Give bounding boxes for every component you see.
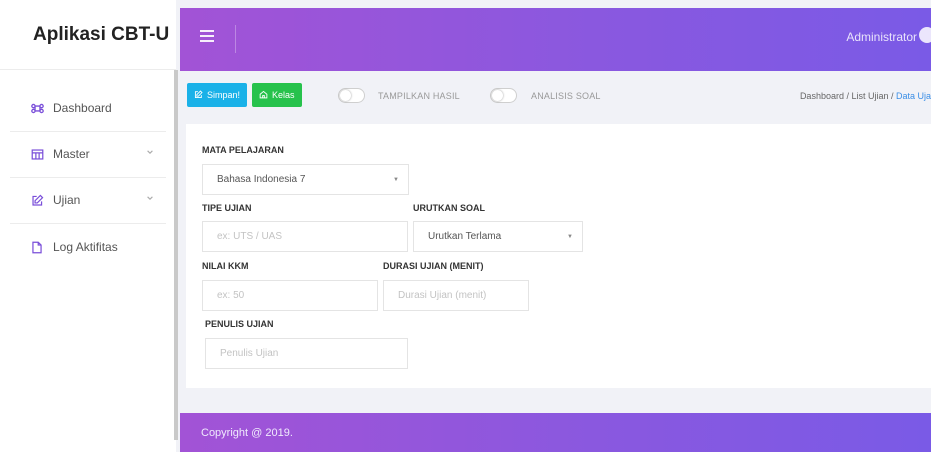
penulis-ujian-input[interactable]: Penulis Ujian — [205, 338, 408, 369]
tipe-ujian-input[interactable]: ex: UTS / UAS — [202, 221, 408, 252]
sidebar-item-ujian[interactable]: Ujian — [0, 178, 166, 222]
home-icon — [259, 90, 268, 101]
tipe-ujian-label: TIPE UJIAN — [202, 203, 252, 213]
sidebar-item-label: Dashboard — [53, 101, 112, 115]
mata-pelajaran-label: MATA PELAJARAN — [202, 145, 284, 155]
sidebar-item-label: Log Aktifitas — [53, 240, 118, 254]
penulis-ujian-label: PENULIS UJIAN — [205, 319, 274, 329]
sidebar-scrollbar[interactable] — [174, 70, 178, 440]
breadcrumb-trail[interactable]: Dashboard / List Ujian / — [800, 91, 896, 101]
user-avatar[interactable] — [919, 27, 931, 43]
urutkan-soal-value: Urutkan Terlama — [428, 231, 502, 242]
kelas-button-label: Kelas — [272, 90, 295, 100]
nilai-kkm-label: NILAI KKM — [202, 261, 249, 271]
nilai-kkm-placeholder: ex: 50 — [217, 290, 245, 301]
urutkan-soal-label: URUTKAN SOAL — [413, 203, 485, 213]
sidebar-item-master[interactable]: Master — [0, 132, 166, 176]
user-menu[interactable]: Administrator — [846, 30, 917, 44]
toggle-tampilkan-hasil-label: TAMPILKAN HASIL — [378, 91, 460, 101]
header-divider — [235, 25, 236, 53]
urutkan-soal-select[interactable]: Urutkan Terlama ▼ — [413, 221, 583, 252]
durasi-ujian-input[interactable]: Durasi Ujian (menit) — [383, 280, 529, 311]
app-title: Aplikasi CBT-U — [0, 0, 176, 70]
exam-form-card: MATA PELAJARAN Bahasa Indonesia 7 ▼ TIPE… — [186, 124, 931, 388]
command-icon — [30, 101, 44, 115]
toggle-analisis-soal[interactable] — [490, 88, 517, 103]
mata-pelajaran-value: Bahasa Indonesia 7 — [217, 174, 306, 185]
edit-icon — [30, 193, 44, 207]
hamburger-icon[interactable] — [200, 30, 214, 42]
sidebar-item-log-aktifitas[interactable]: Log Aktifitas — [0, 225, 166, 269]
nilai-kkm-input[interactable]: ex: 50 — [202, 280, 378, 311]
breadcrumb-active: Data Uja — [895, 91, 931, 101]
toggle-tampilkan-hasil[interactable] — [338, 88, 365, 103]
chevron-down-icon: ▼ — [567, 234, 573, 240]
sidebar-item-label: Ujian — [53, 193, 81, 207]
penulis-ujian-placeholder: Penulis Ujian — [220, 348, 279, 359]
footer: Copyright @ 2019. — [180, 413, 931, 452]
save-button[interactable]: Simpan! — [187, 83, 247, 107]
toggle-analisis-soal-label: ANALISIS SOAL — [531, 91, 601, 101]
sidebar-item-label: Master — [53, 147, 90, 161]
sidebar-item-dashboard[interactable]: Dashboard — [0, 86, 166, 130]
breadcrumb: Dashboard / List Ujian / Data Uja — [800, 91, 931, 101]
chevron-down-icon: ▼ — [393, 177, 399, 183]
chevron-down-icon — [146, 194, 156, 204]
mata-pelajaran-select[interactable]: Bahasa Indonesia 7 ▼ — [202, 164, 409, 195]
top-header: Administrator — [180, 8, 931, 71]
divider — [10, 223, 166, 224]
file-icon — [30, 240, 44, 254]
durasi-ujian-label: DURASI UJIAN (MENIT) — [383, 261, 484, 271]
copyright-text: Copyright @ 2019. — [201, 426, 293, 439]
durasi-ujian-placeholder: Durasi Ujian (menit) — [398, 290, 487, 301]
table-icon — [30, 147, 44, 161]
chevron-down-icon — [146, 148, 156, 158]
save-icon — [194, 89, 203, 101]
tipe-ujian-placeholder: ex: UTS / UAS — [217, 231, 283, 242]
save-button-label: Simpan! — [207, 90, 241, 100]
sidebar: Aplikasi CBT-U Dashboard Master Ujian Lo… — [0, 0, 176, 452]
kelas-button[interactable]: Kelas — [252, 83, 302, 107]
